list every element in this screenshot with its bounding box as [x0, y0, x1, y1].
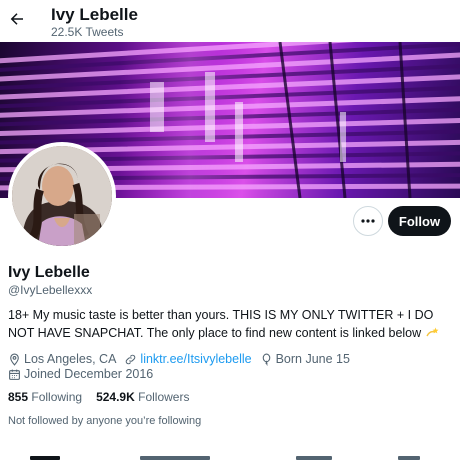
balloon-icon	[262, 353, 270, 366]
more-options-button[interactable]	[353, 206, 383, 236]
followers-count: 524.9K	[96, 390, 135, 404]
profile-tabs-bar	[0, 452, 460, 460]
profile-display-name: Ivy Lebelle	[8, 264, 90, 281]
tab-media[interactable]	[296, 456, 332, 460]
website-link[interactable]: linktr.ee/Itsivylebelle	[140, 351, 251, 367]
mutual-followers-note: Not followed by anyone you’re following	[8, 415, 202, 427]
header-tweet-count: 22.5K Tweets	[51, 25, 124, 39]
follow-stats: 855 Following 524.9K Followers	[8, 389, 203, 405]
location-text: Los Angeles, CA	[24, 352, 117, 366]
link-icon	[126, 354, 136, 364]
profile-meta-row: Los Angeles, CA linktr.ee/Itsivylebelle …	[8, 351, 358, 367]
profile-joined-row: Joined December 2016	[8, 366, 161, 382]
following-count: 855	[8, 390, 29, 404]
following-label: Following	[31, 390, 83, 404]
profile-avatar[interactable]	[8, 142, 116, 250]
dizzy-star-emoji	[426, 327, 439, 337]
back-button[interactable]	[4, 6, 30, 32]
joined-item: Joined December 2016	[8, 366, 153, 382]
header-profile-name: Ivy Lebelle	[51, 5, 138, 24]
location-item: Los Angeles, CA	[8, 351, 116, 367]
website-item[interactable]: linktr.ee/Itsivylebelle	[124, 351, 252, 367]
tab-tweets-replies[interactable]	[140, 456, 210, 460]
top-bar: Ivy Lebelle 22.5K Tweets	[0, 0, 460, 42]
more-dots-icon	[361, 219, 375, 223]
profile-handle: @IvyLebellexxx	[8, 283, 93, 297]
bio-text: 18+ My music taste is better than yours.…	[8, 308, 434, 340]
tab-tweets[interactable]	[30, 456, 60, 460]
birthday-text: Born June 15	[275, 352, 350, 366]
calendar-icon	[9, 369, 20, 380]
joined-text: Joined December 2016	[24, 367, 154, 381]
followers-link[interactable]: 524.9K Followers	[96, 389, 189, 405]
location-pin-icon	[10, 353, 19, 366]
tab-likes[interactable]	[398, 456, 420, 460]
followers-label: Followers	[138, 390, 190, 404]
avatar-photo	[12, 146, 112, 246]
arrow-left-icon	[10, 13, 23, 25]
profile-bio: 18+ My music taste is better than yours.…	[8, 306, 448, 342]
follow-button[interactable]: Follow	[388, 206, 451, 236]
following-link[interactable]: 855 Following	[8, 389, 82, 405]
birthday-item: Born June 15	[260, 351, 350, 367]
